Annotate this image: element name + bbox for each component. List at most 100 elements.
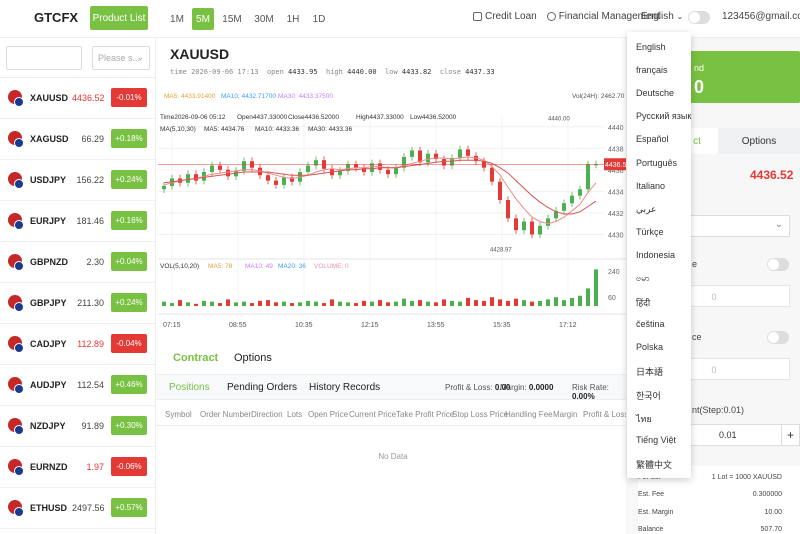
volume-bar bbox=[242, 301, 246, 306]
info-est-fee-key: Est. Fee bbox=[638, 491, 665, 498]
language-option[interactable]: Indonesia bbox=[636, 250, 675, 260]
language-option[interactable]: čeština bbox=[636, 319, 665, 329]
language-option[interactable]: 日本語 bbox=[636, 365, 663, 378]
y-tick-label: 4434 bbox=[608, 189, 624, 196]
open-value: 4433.95 bbox=[288, 68, 318, 76]
symbol-row[interactable]: XAUUSD 4436.52 -0.01% bbox=[0, 78, 155, 119]
timeframe-1m[interactable]: 1M bbox=[166, 8, 188, 30]
language-option[interactable]: 한국어 bbox=[636, 389, 661, 402]
open-label: open bbox=[266, 68, 284, 76]
symbol-row[interactable]: GBPJPY 211.30 +0.24% bbox=[0, 283, 155, 324]
candle-body bbox=[442, 159, 446, 166]
timeframe-15m[interactable]: 15M bbox=[218, 8, 246, 30]
positions-table-header: Symbol Order Number Direction Lots Open … bbox=[156, 402, 628, 426]
theme-toggle[interactable] bbox=[688, 11, 710, 24]
volume-bar bbox=[402, 298, 406, 306]
symbol-price: 112.54 bbox=[77, 380, 104, 390]
symbol-row[interactable]: AUDJPY 112.54 +0.46% bbox=[0, 365, 155, 406]
symbol-row[interactable]: GBPNZD 2.30 +0.04% bbox=[0, 242, 155, 283]
brand-logo[interactable]: GTCFX bbox=[34, 10, 78, 25]
currency-flag-icon bbox=[8, 90, 24, 107]
tab-options[interactable]: Options bbox=[234, 352, 272, 364]
timeframe-30m[interactable]: 30M bbox=[250, 8, 278, 30]
timeframe-1h[interactable]: 1H bbox=[282, 8, 304, 30]
language-option[interactable]: Português bbox=[636, 158, 677, 168]
symbol-change-badge: +0.18% bbox=[111, 129, 147, 148]
symbol-change-badge: +0.46% bbox=[111, 375, 147, 394]
language-option[interactable]: Русский язык bbox=[636, 111, 691, 121]
language-option[interactable]: français bbox=[636, 65, 668, 75]
vol-tick-label: 60 bbox=[608, 295, 616, 302]
language-option[interactable]: 繁體中文 bbox=[636, 458, 672, 471]
candle-body bbox=[266, 175, 270, 181]
volume-bar bbox=[218, 303, 222, 306]
volume-bar bbox=[282, 301, 286, 306]
volume-bar bbox=[586, 288, 590, 306]
symbol-row[interactable]: NZDJPY 91.89 +0.30% bbox=[0, 406, 155, 447]
lots-plus-button[interactable]: + bbox=[781, 425, 799, 445]
candle-body bbox=[410, 150, 414, 157]
volume-bar bbox=[450, 300, 454, 306]
language-option[interactable]: عربي bbox=[636, 204, 656, 215]
chart-area: XAUUSD time 2026-09-06 17:13 open 4433.9… bbox=[156, 38, 630, 534]
trade-tab-options[interactable]: Options bbox=[718, 128, 800, 154]
candle-body bbox=[514, 218, 518, 231]
volume-bar bbox=[458, 301, 462, 306]
timeframe-5m[interactable]: 5M bbox=[192, 8, 214, 30]
symbol-row[interactable]: XAGUSD 66.29 +0.18% bbox=[0, 119, 155, 160]
no-data-text: No Data bbox=[378, 452, 408, 461]
volume-bar bbox=[570, 297, 574, 306]
lots-value[interactable]: 0.01 bbox=[719, 430, 737, 440]
tab-positions[interactable]: Positions bbox=[169, 382, 210, 393]
language-option[interactable]: ไทย bbox=[636, 412, 652, 426]
timeframe-1d[interactable]: 1D bbox=[308, 8, 330, 30]
volume-bar bbox=[386, 302, 390, 306]
symbol-price: 4436.52 bbox=[72, 93, 105, 103]
user-email[interactable]: 123456@gmail.com bbox=[722, 11, 800, 22]
price-tag-label: 4436.52 bbox=[605, 162, 626, 169]
language-selector[interactable]: English ⌄ bbox=[641, 11, 683, 22]
language-option[interactable]: Tiếng Việt bbox=[636, 435, 676, 445]
chevron-down-icon: ⌄ bbox=[136, 52, 144, 62]
margin-label: Margin: bbox=[500, 383, 527, 392]
language-option[interactable]: English bbox=[636, 42, 666, 52]
tab-pending-orders[interactable]: Pending Orders bbox=[227, 382, 297, 393]
language-option[interactable]: Italiano bbox=[636, 181, 665, 191]
volume-bar bbox=[482, 300, 486, 306]
category-select[interactable]: Please s... ⌄ bbox=[92, 46, 150, 70]
take-profit-toggle[interactable] bbox=[767, 258, 789, 271]
position-tabs: Positions Pending Orders History Records… bbox=[156, 374, 626, 401]
price-chart[interactable]: 4440 4438 4436 4434 4432 4430 07:15 08:55 10:35 1… bbox=[156, 86, 630, 376]
volume-bar bbox=[298, 302, 302, 306]
stop-loss-toggle[interactable] bbox=[767, 331, 789, 344]
symbol-row[interactable]: ETHUSD 2497.56 +0.57% bbox=[0, 488, 155, 529]
language-option[interactable]: हिंदी bbox=[636, 296, 650, 309]
language-option[interactable]: ဗမာ bbox=[636, 273, 650, 286]
credit-loan-label: Credit Loan bbox=[485, 11, 537, 22]
credit-loan-link[interactable]: Credit Loan bbox=[473, 11, 537, 22]
col-current-price: Current Price bbox=[349, 410, 397, 419]
language-option[interactable]: Español bbox=[636, 134, 669, 144]
chart-svg[interactable]: 44404438443644344432443007:15 08:55 10:35 1… bbox=[156, 86, 630, 344]
symbol-row[interactable]: EURJPY 181.46 +0.16% bbox=[0, 201, 155, 242]
volume-bar bbox=[178, 300, 182, 306]
chevron-down-icon: ⌄ bbox=[774, 219, 783, 230]
product-list-button[interactable]: Product List bbox=[90, 6, 148, 30]
tab-history-records[interactable]: History Records bbox=[309, 382, 380, 393]
x-tick-label: 13:55 bbox=[427, 322, 445, 329]
language-option[interactable]: Deutsche bbox=[636, 88, 674, 98]
volume-bar bbox=[378, 300, 382, 306]
symbol-row[interactable]: CADJPY 112.89 -0.04% bbox=[0, 324, 155, 365]
col-handling-fee: Handling Fee bbox=[505, 410, 553, 419]
y-tick-label: 4430 bbox=[608, 232, 624, 239]
search-input[interactable] bbox=[6, 46, 82, 70]
symbol-row[interactable]: USDJPY 156.22 +0.24% bbox=[0, 160, 155, 201]
candle-body bbox=[586, 164, 590, 190]
tab-contract[interactable]: Contract bbox=[173, 352, 218, 364]
chevron-down-icon: ⌄ bbox=[676, 12, 684, 21]
y-tick-label: 4438 bbox=[608, 146, 624, 153]
language-option[interactable]: Polska bbox=[636, 342, 663, 352]
vol-tick-label: 240 bbox=[608, 269, 620, 276]
volume-bar bbox=[418, 300, 422, 306]
language-option[interactable]: Türkçe bbox=[636, 227, 664, 237]
